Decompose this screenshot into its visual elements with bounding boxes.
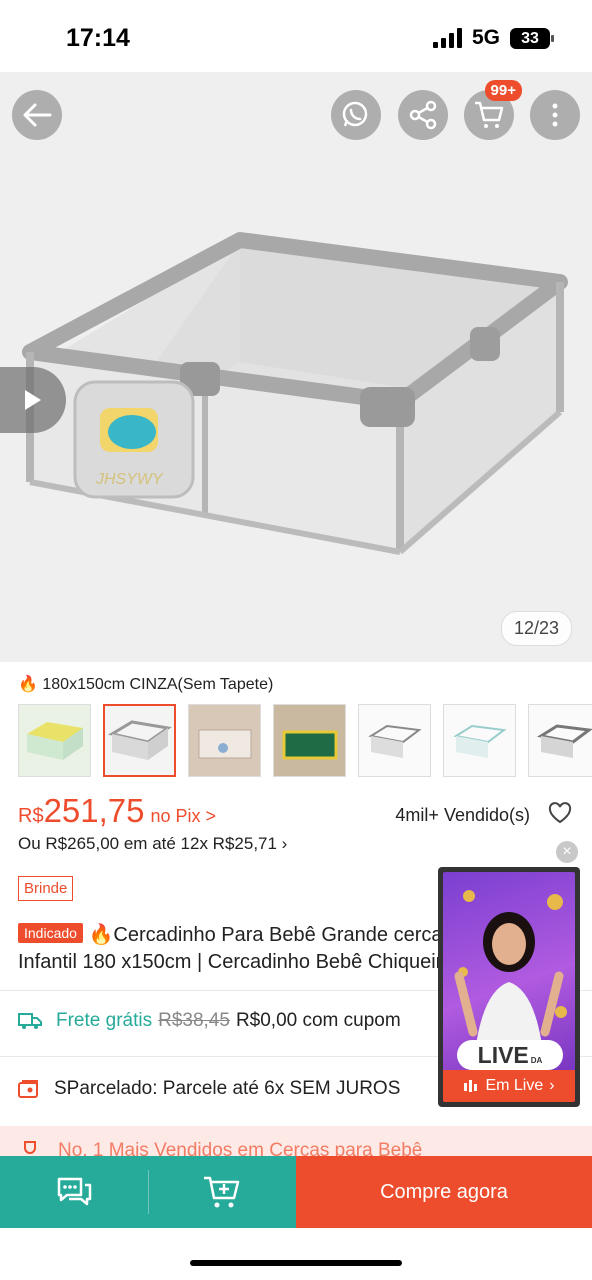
video-play-button[interactable] <box>0 367 66 433</box>
variant-thumbnails <box>18 704 592 777</box>
heart-icon <box>548 802 572 824</box>
variant-thumb[interactable] <box>273 704 346 777</box>
variant-thumb-selected[interactable] <box>103 704 176 777</box>
installment-promo-row[interactable]: SParcelado: Parcele até 6x SEM JUROS <box>18 1078 438 1100</box>
home-indicator <box>190 1260 402 1266</box>
status-time: 17:14 <box>66 24 130 52</box>
brand-text: JHSYWY <box>95 471 164 488</box>
gallery-counter: 12/23 <box>500 611 572 646</box>
live-button-label: Em Live <box>485 1077 544 1094</box>
status-right: 5G 33 <box>432 26 554 50</box>
chevron-right-icon: › <box>549 1077 555 1094</box>
live-stream-widget[interactable]: LIVE DA Em Live › <box>438 867 580 1107</box>
whatsapp-icon <box>342 101 368 127</box>
installments-link[interactable]: Ou R$265,00 em até 12x R$25,71 › <box>18 834 287 854</box>
title-line1: 🔥Cercadinho Para Bebê Grande cercadinho <box>88 924 439 946</box>
product-title: Indicado 🔥Cercadinho Para Bebê Grande ce… <box>18 920 438 976</box>
signal-icon <box>432 28 462 48</box>
share-button[interactable] <box>398 90 448 140</box>
status-bar: 17:14 5G 33 <box>0 0 592 72</box>
buy-now-button[interactable]: Compre agora <box>296 1156 592 1228</box>
add-to-cart-button[interactable] <box>149 1156 297 1228</box>
live-preview: LIVE DA Em Live › <box>443 872 575 1102</box>
cart-badge: 99+ <box>484 80 522 101</box>
share-icon <box>409 100 437 130</box>
live-close-button[interactable]: × <box>556 841 578 863</box>
live-label: LIVE DA <box>457 1040 563 1070</box>
pix-link[interactable]: no Pix > <box>151 806 217 827</box>
chat-button[interactable] <box>0 1156 148 1228</box>
sold-count: 4mil+ Vendido(s) <box>395 805 530 825</box>
variant-thumb[interactable] <box>18 704 91 777</box>
ranking-banner[interactable]: No. 1 Mais Vendidos em Cercas para Bebê <box>0 1126 592 1158</box>
play-icon <box>25 390 41 410</box>
price-currency: R$ <box>18 805 44 827</box>
cart-plus-icon <box>204 1176 240 1208</box>
variant-thumb[interactable] <box>528 704 592 777</box>
battery-icon: 33 <box>510 27 554 49</box>
free-shipping-label: Frete grátis <box>56 1010 153 1031</box>
product-image: JHSYWY <box>22 232 568 555</box>
variant-thumb[interactable] <box>443 704 516 777</box>
variant-thumb[interactable] <box>188 704 261 777</box>
bottom-left-actions <box>0 1156 296 1228</box>
bottom-action-bar: Compre agora <box>0 1156 592 1228</box>
gift-badge: Brinde <box>18 876 74 901</box>
selected-variant: 🔥 180x150cm CINZA(Sem Tapete) <box>18 674 273 694</box>
shipping-row[interactable]: Frete grátis R$38,45 R$0,00 com cupom <box>18 1010 438 1032</box>
arrow-left-icon <box>23 103 52 127</box>
price-block[interactable]: R$ 251,75 no Pix > <box>18 792 216 830</box>
recommended-tag: Indicado <box>18 923 83 943</box>
whatsapp-button[interactable] <box>331 90 381 140</box>
network-label: 5G <box>471 26 500 49</box>
variant-label: 180x150cm CINZA(Sem Tapete) <box>42 676 274 693</box>
installment-promo-text: SParcelado: Parcele até 6x SEM JUROS <box>54 1078 401 1099</box>
cart-icon <box>475 101 504 128</box>
more-button[interactable] <box>530 90 580 140</box>
shipping-new-price: R$0,00 com cupom <box>235 1010 401 1031</box>
shipping-old-price: R$38,45 <box>158 1010 230 1031</box>
title-line2: Infantil 180 x150cm | Cercadinho Bebê Ch… <box>18 951 438 973</box>
favorite-button[interactable] <box>548 802 572 829</box>
price-value: 251,75 <box>43 792 145 829</box>
cart-button[interactable]: 99+ <box>464 80 522 140</box>
fire-icon: 🔥 <box>18 676 38 693</box>
live-enter-button[interactable]: Em Live › <box>443 1070 575 1102</box>
more-vertical-icon <box>552 103 558 127</box>
chat-icon <box>57 1177 91 1206</box>
sound-bars-icon <box>464 1080 478 1092</box>
variant-thumb[interactable] <box>358 704 431 777</box>
truck-icon <box>18 1012 42 1030</box>
product-gallery[interactable]: JHSYWY 99+ 12/23 <box>0 72 592 662</box>
back-button[interactable] <box>12 90 62 140</box>
card-icon <box>18 1079 40 1099</box>
